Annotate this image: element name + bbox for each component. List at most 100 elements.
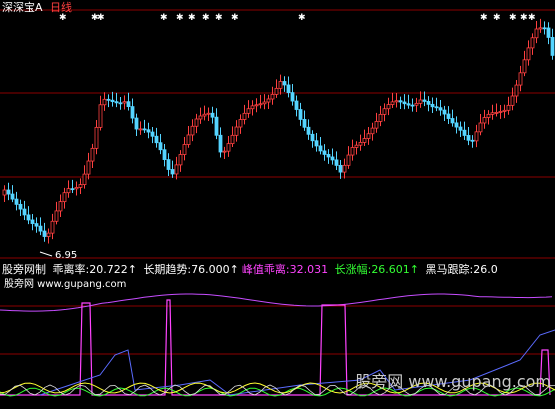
signal-star-icon: ✱ <box>176 13 184 23</box>
candle-body <box>362 138 367 143</box>
candle-body <box>70 188 75 191</box>
indicator-item: 黑马跟踪:26.0 <box>425 263 498 276</box>
candle-body <box>470 139 475 142</box>
candle-body <box>466 135 471 141</box>
candle-body <box>74 187 79 190</box>
market-label[interactable]: 深深宝A <box>2 1 43 14</box>
candle-body <box>218 134 223 153</box>
candle-body <box>330 156 335 161</box>
candle-body <box>110 99 115 103</box>
candle-body <box>62 192 67 203</box>
candle-body <box>86 160 91 175</box>
candle-body <box>458 126 463 131</box>
candle-body <box>286 84 291 94</box>
candle-body <box>294 100 299 110</box>
candle-body <box>78 184 83 188</box>
candle-body <box>238 119 243 128</box>
candle-body <box>258 103 263 106</box>
candle-body <box>474 131 479 142</box>
signal-star-icon: ✱ <box>298 13 306 23</box>
candle-body <box>46 232 51 237</box>
candle-body <box>346 154 351 166</box>
candle-body <box>530 37 535 49</box>
candle-body <box>386 104 391 110</box>
candle-body <box>178 154 183 166</box>
candle-body <box>266 98 271 103</box>
candle-body <box>490 112 495 115</box>
candle-body <box>350 147 355 156</box>
candle-body <box>254 104 259 107</box>
candle-body <box>438 107 443 111</box>
candle-body <box>274 87 279 95</box>
candle-body <box>198 115 203 120</box>
indicator-item: 峰值乖离:32.031 <box>241 263 329 276</box>
candle-body <box>14 198 19 205</box>
candle-body <box>450 118 455 124</box>
candle-body <box>174 164 179 175</box>
candle-body <box>398 100 403 103</box>
candle-body <box>542 27 547 30</box>
indicator-item: 长涨幅:26.601↑ <box>334 263 420 276</box>
candle-body <box>42 230 47 237</box>
candle-body <box>442 109 447 115</box>
candle-body <box>262 101 267 105</box>
candle-body <box>290 92 295 102</box>
candle-body <box>194 118 199 127</box>
candle-body <box>318 145 323 152</box>
candle-body <box>522 59 527 74</box>
candle-body <box>538 27 543 30</box>
indicator-name[interactable]: 股旁网制 <box>2 263 46 276</box>
candle-body <box>242 112 247 120</box>
candle-body <box>270 93 275 100</box>
candle-body <box>94 126 99 149</box>
signal-star-icon: ✱ <box>480 13 488 23</box>
candle-body <box>310 133 315 142</box>
candle-body <box>338 165 343 173</box>
candle-body <box>358 142 363 146</box>
candle-body <box>298 109 303 120</box>
candle-body <box>454 122 459 128</box>
candle-body <box>102 98 107 106</box>
candle-body <box>282 81 287 86</box>
candle-body <box>118 102 123 105</box>
candle-body <box>66 188 71 194</box>
candle-body <box>390 101 395 105</box>
chart-canvas: ✱ ✱✱ ✱ ✱ ✱ ✱ ✱ ✱ ✱ ✱ ✱ ✱ ✱ ✱ <box>0 9 555 397</box>
candle-body <box>354 144 359 148</box>
candle-body <box>334 159 339 166</box>
candle-body <box>170 169 175 175</box>
candle-body <box>462 129 467 136</box>
candle-body <box>190 125 195 136</box>
candle-body <box>370 127 375 135</box>
candle-body <box>114 101 119 104</box>
indicator-item: 乖离率:20.722↑ <box>52 263 137 276</box>
candle-body <box>22 208 27 216</box>
candle-body <box>366 133 371 139</box>
period-label[interactable]: 日线 <box>50 1 72 14</box>
candle-body <box>326 154 331 158</box>
candle-body <box>58 201 63 212</box>
watermark: 股旁网 www.gupang.com <box>355 372 551 391</box>
candle-body <box>434 106 439 109</box>
signal-star-icon: ✱ <box>493 13 501 23</box>
candle-body <box>250 105 255 110</box>
candle-body <box>534 28 539 39</box>
indicator-site-line: 股旁网 www.gupang.com <box>4 279 127 290</box>
candle-body <box>98 104 103 128</box>
candle-body <box>446 113 451 119</box>
candle-body <box>38 225 43 232</box>
signal-markers: ✱ ✱✱ ✱ ✱ ✱ ✱ ✱ ✱ ✱ ✱ ✱ ✱ ✱ ✱ <box>59 13 536 23</box>
candle-body <box>514 84 519 97</box>
low-marker-line <box>39 251 53 257</box>
signal-star-icon: ✱ <box>215 13 223 23</box>
candle-body <box>90 147 95 162</box>
candle-body <box>486 113 491 118</box>
candlestick-series <box>2 18 555 257</box>
candle-body <box>526 47 531 61</box>
candle-body <box>430 103 435 108</box>
candle-body <box>182 144 187 155</box>
candle-body <box>18 203 23 210</box>
candle-body <box>106 98 111 101</box>
candle-body <box>150 131 155 137</box>
candle-body <box>154 135 159 144</box>
